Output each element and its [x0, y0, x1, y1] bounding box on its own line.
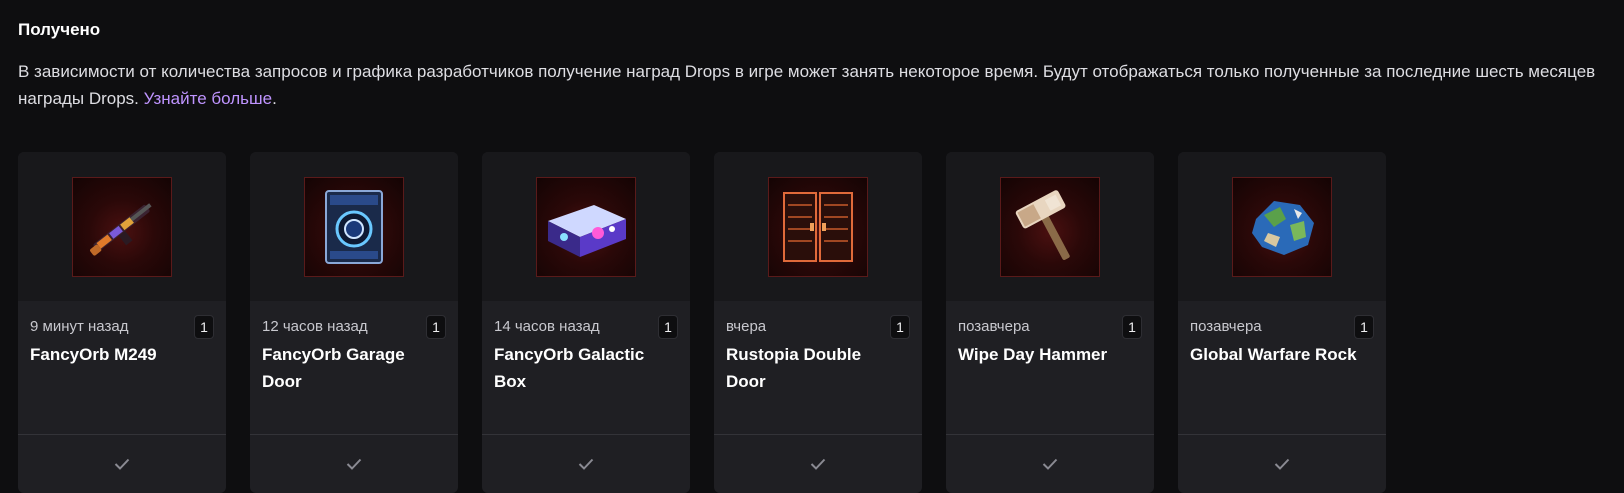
drop-claimed-status: [946, 434, 1154, 493]
drop-name: FancyOrb Garage Door: [262, 345, 405, 391]
drops-received-section: Получено В зависимости от количества зап…: [18, 18, 1614, 493]
drop-info: позавчера 1 Wipe Day Hammer: [946, 301, 1154, 434]
hammer-icon: [1000, 176, 1100, 277]
checkmark-icon: [1274, 458, 1290, 470]
drop-claimed-status: [714, 434, 922, 493]
double-door-icon: [768, 176, 868, 277]
drop-card: 12 часов назад 1 FancyOrb Garage Door: [250, 152, 458, 493]
drop-timestamp: 14 часов назад: [494, 318, 600, 335]
drop-card: позавчера 1 Global Warfare Rock: [1178, 152, 1386, 493]
drop-claimed-status: [250, 434, 458, 493]
drop-count-badge: 1: [1354, 315, 1374, 339]
drop-count-badge: 1: [426, 315, 446, 339]
drop-info: 14 часов назад 1 FancyOrb Galactic Box: [482, 301, 690, 434]
checkmark-icon: [578, 458, 594, 470]
drop-card: вчера 1 Rustopia Double Door: [714, 152, 922, 493]
drop-info: 12 часов назад 1 FancyOrb Garage Door: [250, 301, 458, 434]
drop-name: FancyOrb M249: [30, 345, 157, 364]
drop-count-badge: 1: [890, 315, 910, 339]
rock-icon: [1232, 176, 1332, 277]
drop-name: Global Warfare Rock: [1190, 345, 1357, 364]
drop-image-area: [18, 152, 226, 301]
drop-timestamp: 12 часов назад: [262, 318, 368, 335]
galactic-box-icon: [536, 176, 636, 277]
learn-more-link[interactable]: Узнайте больше: [144, 89, 272, 108]
drop-timestamp: 9 минут назад: [30, 318, 129, 335]
drop-card: 9 минут назад 1 FancyOrb M249: [18, 152, 226, 493]
drop-image-area: [946, 152, 1154, 301]
drop-name: Wipe Day Hammer: [958, 345, 1108, 364]
drop-card: 14 часов назад 1 FancyOrb Galactic Box: [482, 152, 690, 493]
drop-card: позавчера 1 Wipe Day Hammer: [946, 152, 1154, 493]
rifle-icon: [72, 176, 172, 277]
checkmark-icon: [346, 458, 362, 470]
section-description: В зависимости от количества запросов и г…: [18, 58, 1614, 112]
drop-name: Rustopia Double Door: [726, 345, 862, 391]
drop-image-area: [250, 152, 458, 301]
drop-claimed-status: [482, 434, 690, 493]
drop-timestamp: позавчера: [958, 318, 1030, 335]
drop-claimed-status: [18, 434, 226, 493]
drop-image-area: [482, 152, 690, 301]
drop-name: FancyOrb Galactic Box: [494, 345, 645, 391]
drop-claimed-status: [1178, 434, 1386, 493]
drops-card-list: 9 минут назад 1 FancyOrb M249 12 часов н…: [18, 152, 1386, 493]
checkmark-icon: [810, 458, 826, 470]
drop-image-area: [714, 152, 922, 301]
section-heading: Получено: [18, 20, 101, 39]
drop-count-badge: 1: [194, 315, 214, 339]
drop-image-area: [1178, 152, 1386, 301]
drop-info: 9 минут назад 1 FancyOrb M249: [18, 301, 226, 434]
drop-info: вчера 1 Rustopia Double Door: [714, 301, 922, 434]
drop-count-badge: 1: [658, 315, 678, 339]
checkmark-icon: [114, 458, 130, 470]
checkmark-icon: [1042, 458, 1058, 470]
drop-info: позавчера 1 Global Warfare Rock: [1178, 301, 1386, 434]
description-period: .: [272, 89, 277, 108]
drop-timestamp: позавчера: [1190, 318, 1262, 335]
garage-door-icon: [304, 176, 404, 277]
drop-timestamp: вчера: [726, 318, 767, 335]
drop-count-badge: 1: [1122, 315, 1142, 339]
